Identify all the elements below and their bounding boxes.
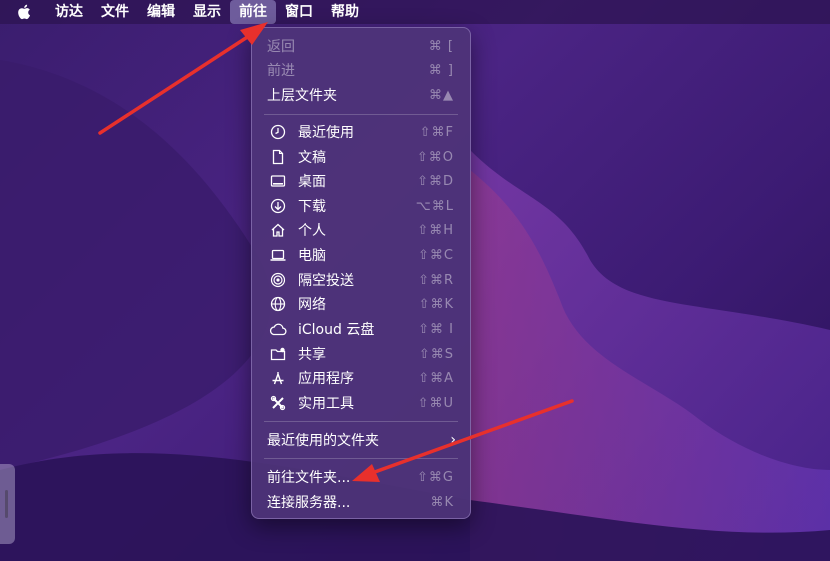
menu-item-network[interactable]: 网络 ⇧⌘K	[252, 292, 470, 316]
menu-separator	[264, 421, 458, 422]
menu-file[interactable]: 文件	[92, 0, 138, 24]
shortcut: ⇧⌘H	[417, 222, 454, 238]
menu-separator	[264, 114, 458, 115]
menu-item-label: 桌面	[298, 174, 326, 190]
apple-logo-icon[interactable]	[14, 0, 34, 24]
menu-window[interactable]: 窗口	[276, 0, 322, 24]
menu-item-recent-folders[interactable]: 最近使用的文件夹 ›	[252, 428, 470, 452]
menu-go[interactable]: 前往	[230, 0, 276, 24]
home-icon	[269, 221, 287, 239]
applications-icon	[269, 369, 287, 387]
menu-item-label: 个人	[298, 223, 326, 239]
menu-item-go-to-folder[interactable]: 前往文件夹... ⇧⌘G	[252, 465, 470, 489]
menu-item-documents[interactable]: 文稿 ⇧⌘O	[252, 145, 470, 169]
menu-item-label: 实用工具	[298, 396, 354, 412]
shortcut: ⇧⌘U	[417, 395, 454, 411]
menu-item-label: 最近使用	[298, 125, 354, 141]
shortcut: ⌘K	[430, 494, 454, 510]
menu-item-label: 文稿	[298, 150, 326, 166]
menu-item-applications[interactable]: 应用程序 ⇧⌘A	[252, 366, 470, 390]
menu-item-back[interactable]: 返回 ⌘ [	[252, 34, 470, 58]
menu-item-label: iCloud 云盘	[298, 322, 375, 338]
shortcut: ⌘▲	[429, 87, 454, 103]
shortcut: ⌘ [	[428, 38, 454, 54]
menu-item-downloads[interactable]: 下载 ⌥⌘L	[252, 194, 470, 218]
shortcut: ⇧⌘K	[418, 296, 454, 312]
chevron-right-icon: ›	[450, 432, 456, 448]
menu-item-label: 返回	[267, 39, 295, 55]
menu-item-label: 连接服务器...	[267, 495, 351, 511]
menu-item-label: 隔空投送	[298, 273, 354, 289]
menu-item-label: 前往文件夹...	[267, 470, 351, 486]
menu-item-icloud-drive[interactable]: iCloud 云盘 ⇧⌘ I	[252, 317, 470, 341]
shortcut: ⌘ ]	[428, 62, 454, 78]
go-menu-dropdown: 返回 ⌘ [ 前进 ⌘ ] 上层文件夹 ⌘▲ 最近使用 ⇧⌘F 文稿 ⇧⌘O 桌…	[251, 27, 471, 519]
menu-edit[interactable]: 编辑	[138, 0, 184, 24]
menu-item-home[interactable]: 个人 ⇧⌘H	[252, 218, 470, 242]
menu-help[interactable]: 帮助	[322, 0, 368, 24]
airdrop-icon	[269, 271, 287, 289]
shortcut: ⌥⌘L	[415, 198, 454, 214]
clock-icon	[269, 123, 287, 141]
menu-item-label: 应用程序	[298, 371, 354, 387]
shortcut: ⇧⌘R	[418, 272, 454, 288]
menu-item-computer[interactable]: 电脑 ⇧⌘C	[252, 243, 470, 267]
menu-item-label: 最近使用的文件夹	[267, 433, 379, 449]
document-icon	[269, 148, 287, 166]
grip-icon	[5, 490, 8, 518]
menu-item-label: 上层文件夹	[267, 88, 337, 104]
shared-folder-icon	[269, 345, 287, 363]
menu-item-utilities[interactable]: 实用工具 ⇧⌘U	[252, 391, 470, 415]
menu-item-label: 电脑	[298, 248, 326, 264]
menu-item-label: 下载	[298, 199, 326, 215]
shortcut: ⇧⌘C	[418, 247, 454, 263]
menu-item-desktop[interactable]: 桌面 ⇧⌘D	[252, 169, 470, 193]
utilities-icon	[269, 394, 287, 412]
desktop-icon	[269, 172, 287, 190]
dock-edge-handle[interactable]	[0, 464, 15, 544]
menu-finder[interactable]: 访达	[46, 0, 92, 24]
menu-bar: 访达 文件 编辑 显示 前往 窗口 帮助	[0, 0, 830, 24]
menu-item-connect-to-server[interactable]: 连接服务器... ⌘K	[252, 490, 470, 514]
cloud-icon	[269, 320, 287, 338]
menu-item-recents[interactable]: 最近使用 ⇧⌘F	[252, 120, 470, 144]
menu-item-shared[interactable]: 共享 ⇧⌘S	[252, 342, 470, 366]
network-icon	[269, 295, 287, 313]
shortcut: ⇧⌘O	[416, 149, 454, 165]
menu-view[interactable]: 显示	[184, 0, 230, 24]
shortcut: ⇧⌘A	[418, 370, 454, 386]
menu-item-label: 共享	[298, 347, 326, 363]
menu-item-enclosing-folder[interactable]: 上层文件夹 ⌘▲	[252, 83, 470, 107]
menu-separator	[264, 458, 458, 459]
laptop-icon	[269, 246, 287, 264]
download-icon	[269, 197, 287, 215]
shortcut: ⇧⌘S	[418, 346, 454, 362]
shortcut: ⇧⌘ I	[418, 321, 454, 337]
shortcut: ⇧⌘D	[417, 173, 454, 189]
shortcut: ⇧⌘G	[417, 469, 454, 485]
shortcut: ⇧⌘F	[419, 124, 454, 140]
menu-item-label: 前进	[267, 63, 295, 79]
menu-item-label: 网络	[298, 297, 326, 313]
menu-item-forward[interactable]: 前进 ⌘ ]	[252, 58, 470, 82]
menu-item-airdrop[interactable]: 隔空投送 ⇧⌘R	[252, 268, 470, 292]
